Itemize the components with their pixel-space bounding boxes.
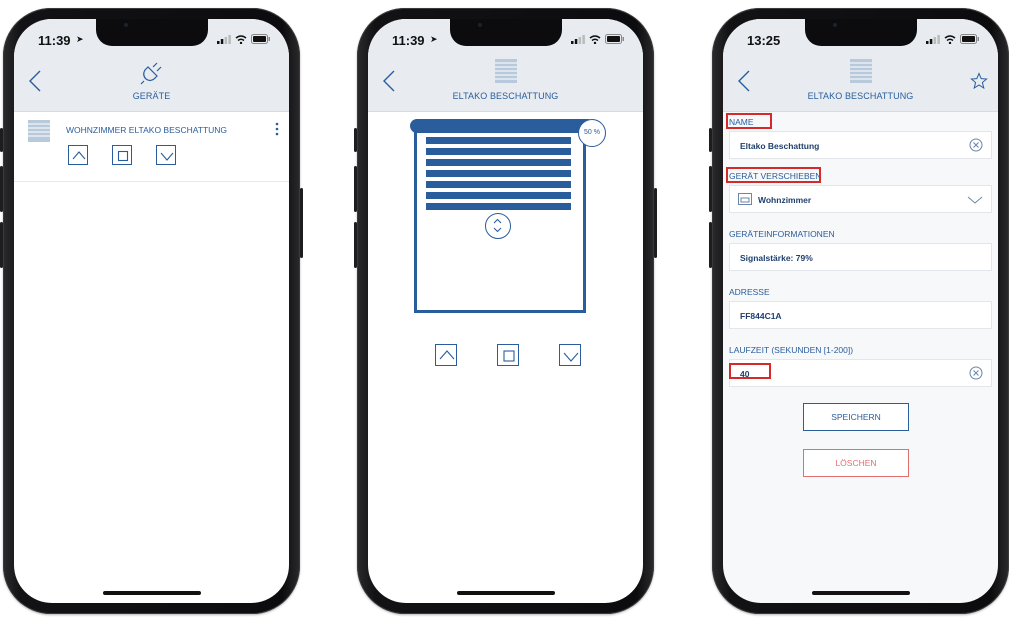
down-arrow-icon[interactable] [559,344,581,366]
blind-controls [68,145,176,165]
screen: 11:39 ➤ ELTAKO BESCHATTUNG 50 % [368,19,643,603]
status-time: 13:25 [747,33,781,48]
blind-slat [426,203,571,210]
blind-slat [426,159,571,166]
wifi-icon [235,34,247,44]
name-highlight [726,113,772,129]
back-icon[interactable] [382,69,396,93]
nav-bar: ELTAKO BESCHATTUNG [368,55,643,112]
move-device-highlight [726,167,821,183]
screen: 13:25 ELTAKO BESCHATTUNG NAME Eltako Bes… [723,19,998,603]
stop-icon[interactable] [112,145,132,165]
up-arrow-icon[interactable] [68,145,88,165]
runtime-highlight [729,363,771,379]
status-icons [571,34,625,44]
signal-icon [926,34,940,44]
blind-slat [426,170,571,177]
back-icon[interactable] [28,69,42,93]
room-icon [738,193,752,205]
name-field[interactable]: Eltako Beschattung [729,131,992,159]
save-button[interactable]: SPEICHERN [803,403,909,431]
clear-icon[interactable] [969,366,983,380]
signal-icon [571,34,585,44]
signal-field: Signalstärke: 79% [729,243,992,271]
position-label: 50 % [584,129,600,136]
location-icon: ➤ [430,34,438,44]
down-arrow-icon[interactable] [156,145,176,165]
plug-icon [140,62,161,85]
side-button [0,128,3,152]
page-title: ELTAKO BESCHATTUNG [452,91,559,101]
chevron-down-icon[interactable] [967,195,983,205]
nav-bar: ELTAKO BESCHATTUNG [723,55,998,112]
signal-value: Signalstärke: 79% [740,253,813,263]
battery-icon [960,34,979,44]
blind-controls [435,344,581,366]
power-button [654,188,657,258]
signal-icon [217,34,231,44]
home-indicator[interactable] [102,591,201,595]
status-time: 11:39 [38,33,71,48]
wifi-icon [589,34,601,44]
side-button [354,128,357,152]
home-indicator[interactable] [456,591,555,595]
name-value: Eltako Beschattung [740,141,820,151]
status-time: 11:39 [392,33,425,48]
star-icon[interactable] [970,72,988,90]
location-icon: ➤ [76,34,84,44]
position-badge: 50 % [578,119,606,147]
room-value: Wohnzimmer [758,195,812,205]
drag-handle-icon[interactable] [485,213,511,239]
status-icons [217,34,271,44]
status-icons [926,34,980,44]
more-icon[interactable] [275,122,279,136]
blind-icon [28,120,50,142]
phone-devices: 11:39 ➤ GERÄTE WOHNZIMMER ELTAKO BESCHAT… [0,8,303,614]
back-icon[interactable] [737,69,751,93]
address-label: ADRESSE [729,287,770,297]
phone-device-settings: 13:25 ELTAKO BESCHATTUNG NAME Eltako Bes… [709,8,1009,614]
blind-visualization[interactable]: 50 % [410,119,606,319]
notch [449,19,562,46]
notch [95,19,208,46]
wifi-icon [944,34,956,44]
page-title: ELTAKO BESCHATTUNG [807,91,914,101]
address-value: FF844C1A [740,311,782,321]
blind-slat [426,192,571,199]
notch [804,19,917,46]
page-title: GERÄTE [132,91,171,101]
address-field: FF844C1A [729,301,992,329]
side-button [0,222,3,268]
room-select[interactable]: Wohnzimmer [729,185,992,213]
power-button [300,188,303,258]
device-list-item[interactable]: WOHNZIMMER ELTAKO BESCHATTUNG [14,111,289,182]
side-button [0,166,3,212]
blind-roller [410,119,590,133]
home-indicator[interactable] [811,591,910,595]
battery-icon [251,34,270,44]
nav-bar: GERÄTE [14,55,289,112]
phone-blind-control: 11:39 ➤ ELTAKO BESCHATTUNG 50 % [354,8,657,614]
delete-button[interactable]: LÖSCHEN [803,449,909,477]
side-button [709,128,712,152]
battery-icon [605,34,624,44]
clear-icon[interactable] [969,138,983,152]
stop-icon[interactable] [497,344,519,366]
screen: 11:39 ➤ GERÄTE WOHNZIMMER ELTAKO BESCHAT… [14,19,289,603]
device-name: WOHNZIMMER ELTAKO BESCHATTUNG [66,125,228,135]
side-button [709,222,712,268]
blind-icon [849,59,872,83]
blind-slat [426,137,571,144]
up-arrow-icon[interactable] [435,344,457,366]
blind-slat [426,181,571,188]
device-info-label: GERÄTEINFORMATIONEN [729,229,835,239]
side-button [354,222,357,268]
side-button [709,166,712,212]
runtime-label: LAUFZEIT (SEKUNDEN [1-200]) [729,345,854,355]
blind-icon [494,59,517,83]
blind-slat [426,148,571,155]
side-button [354,166,357,212]
